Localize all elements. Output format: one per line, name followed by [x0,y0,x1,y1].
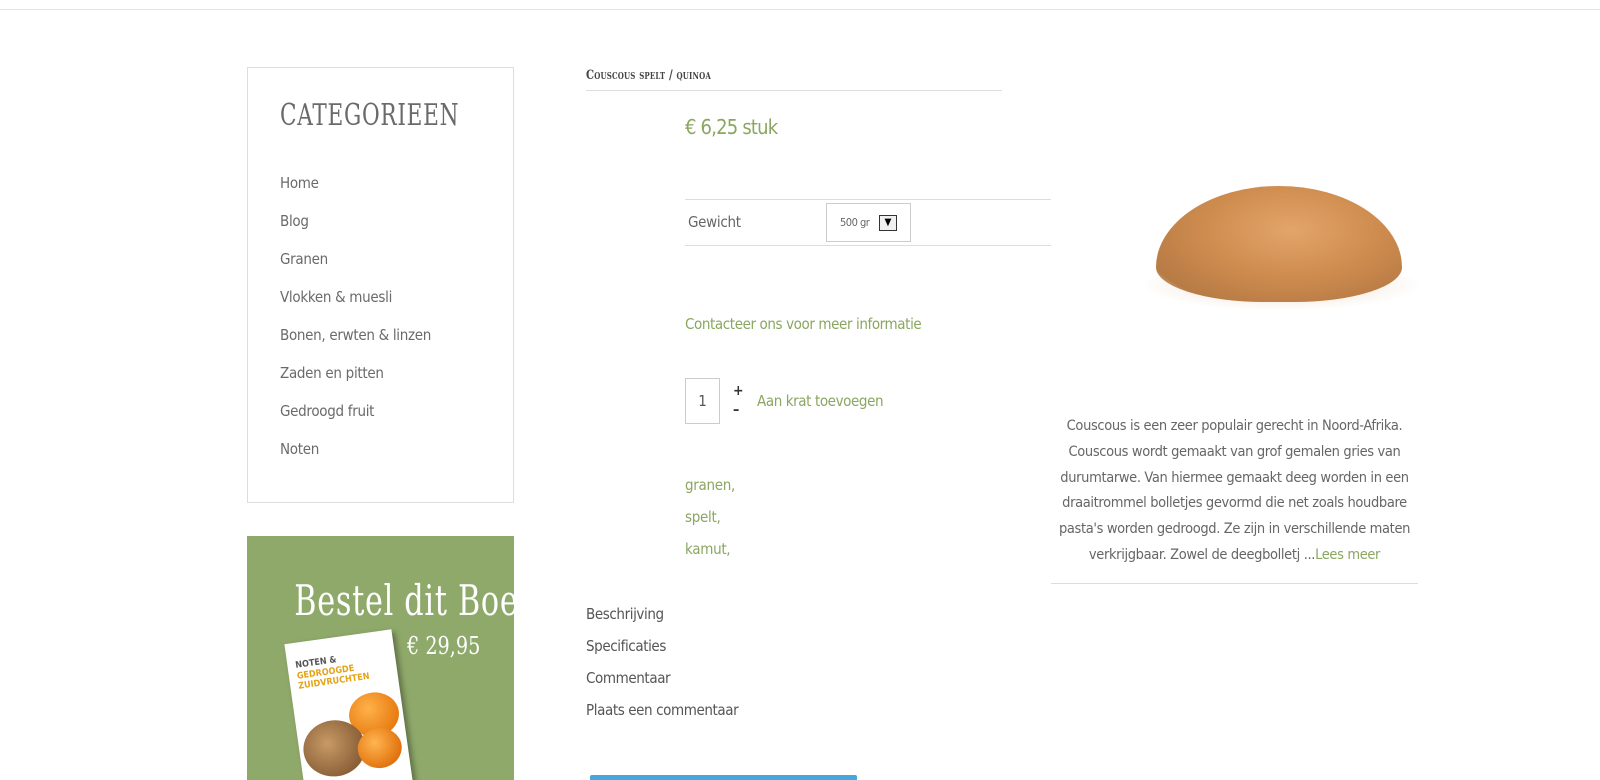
category-item-granen[interactable]: Granen [280,250,431,288]
variation-label: Gewicht [688,213,741,231]
category-item-vlokken-muesli[interactable]: Vlokken & muesli [280,288,431,326]
tab-commentaar[interactable]: Commentaar [586,669,738,701]
product-image[interactable] [1051,66,1509,366]
category-item-bonen-erwten-linzen[interactable]: Bonen, erwten & linzen [280,326,431,364]
category-item-gedroogd-fruit[interactable]: Gedroogd fruit [280,402,431,440]
product-tags: granen, spelt, kamut, [685,476,735,572]
category-item-noten[interactable]: Noten [280,440,431,478]
quantity-minus-icon[interactable]: – [733,403,739,417]
book-promo-price: € 29,95 [407,632,481,660]
header-divider [0,9,1600,10]
tag-link[interactable]: kamut, [685,540,735,572]
read-more-link[interactable]: Lees meer [1315,547,1380,563]
categories-widget: CATEGORIEEN Home Blog Granen Vlokken & m… [247,67,514,503]
book-promo-banner[interactable]: Bestel dit Boek NOTEN & GEDROOGDE ZUIDVR… [247,536,514,780]
weight-select[interactable]: 500 gr ▼ [826,203,911,242]
category-item-home[interactable]: Home [280,174,431,212]
book-promo-headline: Bestel dit Boek [294,576,514,625]
categories-list: Home Blog Granen Vlokken & muesli Bonen,… [280,174,431,478]
tag-link[interactable]: granen, [685,476,735,508]
category-item-zaden-pitten[interactable]: Zaden en pitten [280,364,431,402]
tag-link[interactable]: spelt, [685,508,735,540]
book-cover-image: NOTEN & GEDROOGDE ZUIDVRUCHTEN [284,629,414,780]
weight-select-value: 500 gr [840,216,870,229]
submit-button[interactable] [590,775,857,780]
product-price: € 6,25 stuk [685,115,778,139]
tab-beschrijving[interactable]: Beschrijving [586,605,738,637]
tab-plaats-commentaar[interactable]: Plaats een commentaar [586,701,739,733]
variation-row: Gewicht 500 gr ▼ [685,199,1052,246]
categories-title: CATEGORIEEN [280,98,460,133]
quantity-plus-icon[interactable]: + [733,384,744,398]
quantity-input[interactable]: 1 [685,378,720,424]
tab-specificaties[interactable]: Specificaties [586,637,738,669]
product-short-description: Couscous is een zeer populair gerecht in… [1051,414,1418,584]
category-item-blog[interactable]: Blog [280,212,431,250]
couscous-image [1156,186,1402,302]
contact-link[interactable]: Contacteer ons voor meer informatie [685,315,922,333]
add-to-cart-button[interactable]: Aan krat toevoegen [757,392,884,410]
chevron-down-icon[interactable]: ▼ [879,215,897,231]
product-tabs: Beschrijving Specificaties Commentaar Pl… [586,605,739,733]
product-title: Couscous spelt / quinoa [586,68,1002,91]
description-text: Couscous is een zeer populair gerecht in… [1058,418,1411,563]
